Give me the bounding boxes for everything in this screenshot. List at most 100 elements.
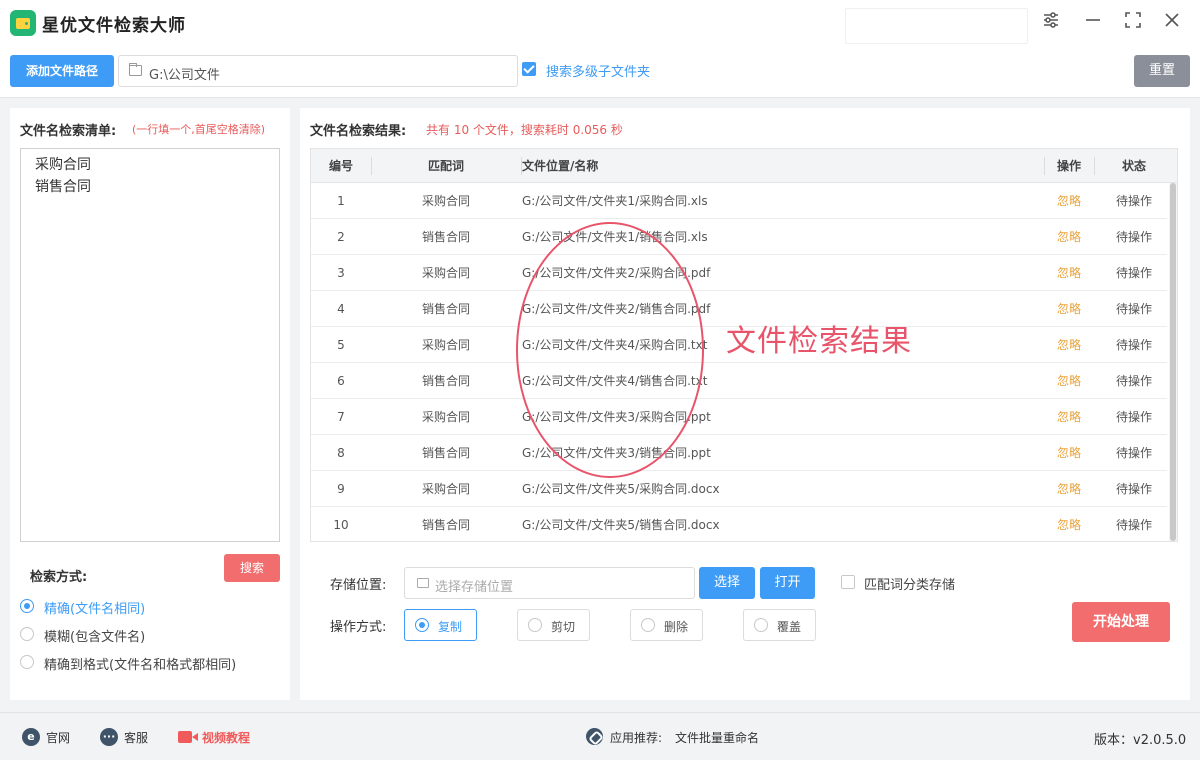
row-ignore-button[interactable]: 忽略: [1044, 471, 1094, 507]
table-scrollbar[interactable]: [1169, 183, 1177, 541]
path-input[interactable]: G:\公司文件: [118, 55, 518, 87]
minimize-icon[interactable]: [1082, 11, 1104, 33]
storage-label: 存储位置:: [330, 578, 387, 593]
row-status: 待操作: [1115, 302, 1152, 316]
table-row: 8 销售合同 G:/公司文件/文件夹3/销售合同.ppt 忽略 待操作: [311, 435, 1167, 471]
row-status: 待操作: [1115, 518, 1152, 532]
results-panel: 文件名检索结果: 共有 10 个文件，搜索耗时 0.056 秒 编号 匹配词 文…: [300, 108, 1190, 700]
table-row: 9 采购合同 G:/公司文件/文件夹5/采购合同.docx 忽略 待操作: [311, 471, 1167, 507]
maximize-icon[interactable]: [1122, 11, 1144, 33]
mode-exact-label: 精确(文件名相同): [44, 602, 146, 617]
row-ignore-button[interactable]: 忽略: [1044, 363, 1094, 399]
subfolder-checkbox[interactable]: [522, 62, 536, 76]
radio-exact-format[interactable]: [20, 655, 34, 669]
subfolder-label[interactable]: 搜索多级子文件夹: [546, 61, 650, 80]
table-row: 1 采购合同 G:/公司文件/文件夹1/采购合同.xls 忽略 待操作: [311, 183, 1167, 219]
col-op: 操作: [1056, 159, 1081, 173]
col-path: 文件位置/名称: [522, 159, 599, 173]
open-button[interactable]: 打开: [760, 567, 815, 599]
ie-icon: e: [22, 728, 40, 746]
annotation-text: 文件检索结果: [726, 324, 912, 359]
row-status: 待操作: [1115, 266, 1152, 280]
row-index: 8: [337, 446, 345, 460]
row-keyword: 销售合同: [421, 302, 470, 316]
reset-button[interactable]: 重置: [1134, 55, 1190, 87]
op-cut-label: 剪切: [551, 620, 576, 634]
radio-exact[interactable]: [20, 599, 34, 613]
col-idx: 编号: [328, 159, 353, 173]
folder-icon: [417, 578, 429, 588]
filename-list-textarea[interactable]: [20, 148, 280, 542]
radio-overwrite[interactable]: [754, 618, 768, 632]
op-copy-button[interactable]: 复制: [404, 609, 477, 641]
row-status: 待操作: [1115, 338, 1152, 352]
row-keyword: 销售合同: [421, 518, 470, 532]
col-keyword: 匹配词: [427, 159, 464, 173]
service-label: 客服: [124, 731, 149, 745]
title-bar: 星优文件检索大师: [0, 0, 1200, 46]
radio-delete[interactable]: [641, 618, 655, 632]
row-index: 7: [337, 410, 345, 424]
classify-label[interactable]: 匹配词分类存储: [864, 574, 955, 593]
version-text: 版本：v2.0.5.0: [1094, 733, 1187, 748]
add-path-button[interactable]: 添加文件路径: [10, 55, 114, 87]
settings-icon[interactable]: [1040, 11, 1062, 33]
mode-exact-format-label: 精确到格式(文件名和格式都相同): [44, 658, 237, 673]
row-index: 6: [337, 374, 345, 388]
row-keyword: 采购合同: [421, 338, 470, 352]
recommend-app: 文件批量重命名: [675, 731, 760, 745]
row-ignore-button[interactable]: 忽略: [1044, 219, 1094, 255]
row-path: G:/公司文件/文件夹1/采购合同.xls: [522, 194, 708, 208]
row-status: 待操作: [1115, 374, 1152, 388]
search-button[interactable]: 搜索: [224, 554, 280, 582]
row-keyword: 采购合同: [421, 482, 470, 496]
row-keyword: 采购合同: [421, 194, 470, 208]
op-delete-button[interactable]: 删除: [630, 609, 703, 641]
start-process-button[interactable]: 开始处理: [1072, 602, 1170, 642]
row-ignore-button[interactable]: 忽略: [1044, 291, 1094, 327]
radio-cut[interactable]: [528, 618, 542, 632]
row-ignore-button[interactable]: 忽略: [1044, 507, 1094, 541]
website-label: 官网: [46, 731, 71, 745]
row-keyword: 销售合同: [421, 230, 470, 244]
radio-fuzzy[interactable]: [20, 627, 34, 641]
choose-button[interactable]: 选择: [699, 567, 755, 599]
radio-copy[interactable]: [415, 618, 429, 632]
folder-icon: [129, 63, 142, 76]
row-index: 3: [337, 266, 345, 280]
row-status: 待操作: [1115, 446, 1152, 460]
path-value: G:\公司文件: [149, 68, 220, 83]
row-status: 待操作: [1115, 194, 1152, 208]
row-index: 10: [333, 518, 349, 532]
row-keyword: 销售合同: [421, 446, 470, 460]
table-row: 10 销售合同 G:/公司文件/文件夹5/销售合同.docx 忽略 待操作: [311, 507, 1167, 541]
search-list-hint: (一行填一个,首尾空格清除): [132, 123, 266, 136]
scrollbar-thumb[interactable]: [1170, 183, 1176, 541]
row-path: G:/公司文件/文件夹5/销售合同.docx: [522, 518, 720, 532]
search-mode-title: 检索方式:: [30, 570, 88, 585]
table-row: 2 销售合同 G:/公司文件/文件夹1/销售合同.xls 忽略 待操作: [311, 219, 1167, 255]
row-ignore-button[interactable]: 忽略: [1044, 399, 1094, 435]
storage-input[interactable]: 选择存储位置: [404, 567, 695, 599]
row-ignore-button[interactable]: 忽略: [1044, 435, 1094, 471]
recommend-prefix: 应用推荐:: [610, 731, 663, 745]
op-overwrite-button[interactable]: 覆盖: [743, 609, 816, 641]
row-index: 1: [337, 194, 345, 208]
close-icon[interactable]: [1161, 11, 1183, 33]
annotation-ellipse: [516, 222, 704, 478]
row-status: 待操作: [1115, 482, 1152, 496]
op-delete-label: 删除: [664, 620, 689, 634]
op-cut-button[interactable]: 剪切: [517, 609, 590, 641]
classify-checkbox[interactable]: [841, 575, 855, 589]
row-status: 待操作: [1115, 410, 1152, 424]
table-header: 编号 匹配词 文件位置/名称 操作 状态: [311, 149, 1177, 183]
row-ignore-button[interactable]: 忽略: [1044, 327, 1094, 363]
row-ignore-button[interactable]: 忽略: [1044, 255, 1094, 291]
app-title: 星优文件检索大师: [42, 16, 186, 36]
storage-placeholder: 选择存储位置: [435, 580, 514, 595]
footer: e 官网 ··· 客服 视频教程 应用推荐: 文件批量重命名 版本：v2.0.5…: [0, 712, 1200, 760]
row-index: 9: [337, 482, 345, 496]
toolbar: 添加文件路径 G:\公司文件 搜索多级子文件夹 重置: [0, 46, 1200, 98]
row-ignore-button[interactable]: 忽略: [1044, 183, 1094, 219]
results-title: 文件名检索结果:: [310, 124, 407, 139]
